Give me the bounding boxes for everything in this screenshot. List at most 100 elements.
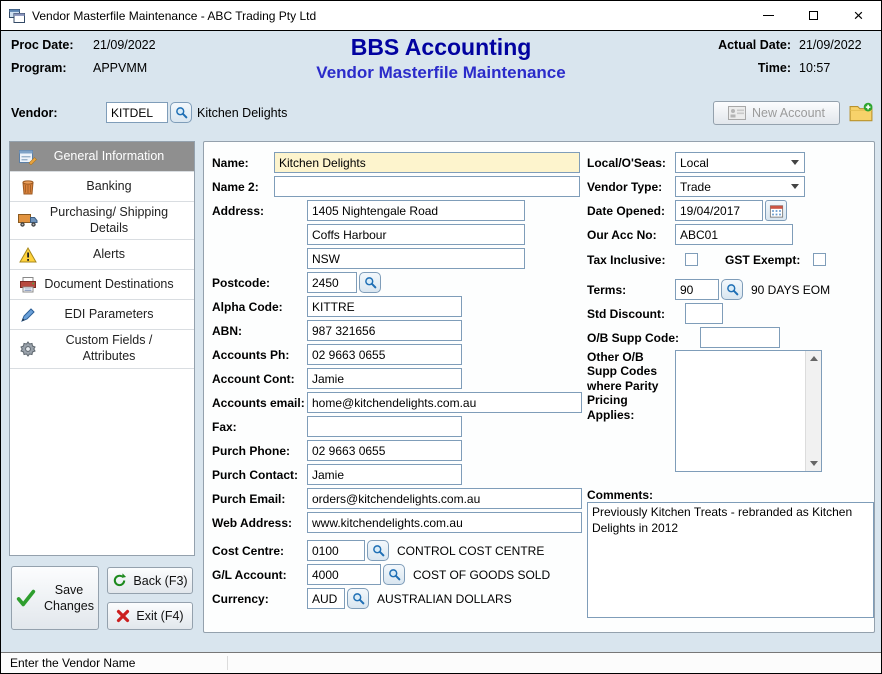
- accounts-ph-input[interactable]: [307, 344, 462, 365]
- delivery-truck-icon: [16, 213, 40, 228]
- vendor-type-select[interactable]: Trade: [675, 176, 805, 197]
- web-address-label: Web Address:: [212, 516, 307, 530]
- gst-exempt-label: GST Exempt:: [725, 253, 813, 267]
- name-label: Name:: [212, 156, 274, 170]
- green-circular-arrow-icon: [112, 573, 127, 588]
- sidebar-item-document-destinations[interactable]: Document Destinations: [10, 270, 194, 300]
- status-divider: [227, 656, 228, 670]
- comments-label: Comments:: [587, 488, 653, 502]
- name2-input[interactable]: [274, 176, 580, 197]
- titlebar: Vendor Masterfile Maintenance - ABC Trad…: [1, 1, 881, 31]
- other-ob-supp-codes-content[interactable]: [676, 351, 805, 471]
- add-vendor-folder-button[interactable]: [846, 99, 876, 125]
- terms-search-button[interactable]: [721, 279, 743, 300]
- sidebar-item-label: Custom Fields / Attributes: [40, 333, 188, 364]
- address-label: Address:: [212, 204, 307, 218]
- abn-input[interactable]: [307, 320, 462, 341]
- cost-centre-input[interactable]: [307, 540, 365, 561]
- fax-input[interactable]: [307, 416, 462, 437]
- scroll-up-button[interactable]: [806, 351, 821, 366]
- alpha-code-row: Alpha Code:: [212, 296, 462, 317]
- close-icon: ×: [854, 7, 864, 24]
- sidebar-item-edi-parameters[interactable]: EDI Parameters: [10, 300, 194, 330]
- our-acc-no-input[interactable]: [675, 224, 793, 245]
- maximize-button[interactable]: [791, 1, 836, 30]
- sidebar-item-custom-fields[interactable]: Custom Fields / Attributes: [10, 330, 194, 368]
- gst-exempt-checkbox[interactable]: [813, 253, 826, 266]
- name-input[interactable]: [274, 152, 580, 173]
- folder-plus-icon: [849, 102, 873, 122]
- minimize-button[interactable]: [746, 1, 791, 30]
- main-panel: Name: Name 2: Address: Postcode: Alpha C…: [203, 141, 875, 633]
- gl-account-input[interactable]: [307, 564, 381, 585]
- purch-contact-row: Purch Contact:: [212, 464, 462, 485]
- date-picker-button[interactable]: [765, 200, 787, 221]
- new-account-button[interactable]: New Account: [713, 101, 840, 125]
- local-oseas-select[interactable]: Local: [675, 152, 805, 173]
- terms-input[interactable]: [675, 279, 719, 300]
- account-cont-label: Account Cont:: [212, 372, 307, 386]
- date-opened-input[interactable]: [675, 200, 763, 221]
- gl-account-search-button[interactable]: [383, 564, 405, 585]
- sidebar-item-general-information[interactable]: General Information: [10, 142, 194, 172]
- scroll-down-button[interactable]: [806, 456, 821, 471]
- close-button[interactable]: ×: [836, 1, 881, 30]
- postcode-input[interactable]: [307, 272, 357, 293]
- vendor-code-field: [106, 102, 192, 123]
- vendor-search-button[interactable]: [170, 102, 192, 123]
- other-ob-supp-codes-box[interactable]: [675, 350, 822, 472]
- name2-label: Name 2:: [212, 180, 274, 194]
- comments-input[interactable]: Previously Kitchen Treats - rebranded as…: [587, 502, 874, 618]
- terms-description: 90 DAYS EOM: [751, 283, 830, 297]
- postcode-label: Postcode:: [212, 276, 307, 290]
- sidebar-item-purchasing-shipping[interactable]: Purchasing/ Shipping Details: [10, 202, 194, 240]
- save-changes-button[interactable]: Save Changes: [11, 566, 99, 630]
- abn-label: ABN:: [212, 324, 307, 338]
- currency-search-button[interactable]: [347, 588, 369, 609]
- postcode-row: Postcode:: [212, 272, 381, 293]
- account-cont-input[interactable]: [307, 368, 462, 389]
- sidebar-item-banking[interactable]: Banking: [10, 172, 194, 202]
- tax-inclusive-checkbox[interactable]: [685, 253, 698, 266]
- vendor-type-value: Trade: [680, 180, 711, 194]
- alpha-code-input[interactable]: [307, 296, 462, 317]
- magnifier-icon: [372, 544, 385, 557]
- window-title: Vendor Masterfile Maintenance - ABC Trad…: [32, 9, 746, 23]
- status-text: Enter the Vendor Name: [10, 656, 135, 670]
- accounts-ph-label: Accounts Ph:: [212, 348, 307, 362]
- maximize-icon: [809, 11, 818, 20]
- back-button[interactable]: Back (F3): [107, 567, 193, 594]
- scrollbar-track[interactable]: [806, 366, 821, 456]
- calendar-icon: [769, 204, 784, 218]
- accounts-email-input[interactable]: [307, 392, 582, 413]
- vendor-code-input[interactable]: [106, 102, 168, 123]
- ob-supp-code-input[interactable]: [700, 327, 780, 348]
- purch-phone-input[interactable]: [307, 440, 462, 461]
- app-window: Vendor Masterfile Maintenance - ABC Trad…: [0, 0, 882, 674]
- address-line2-input[interactable]: [307, 224, 525, 245]
- name-row: Name:: [212, 152, 580, 173]
- scrollbar[interactable]: [805, 351, 821, 471]
- sidebar-item-alerts[interactable]: Alerts: [10, 240, 194, 270]
- web-address-row: Web Address:: [212, 512, 582, 533]
- std-discount-row: Std Discount:: [587, 303, 723, 324]
- red-cross-icon: [116, 609, 130, 623]
- pen-icon: [16, 307, 40, 323]
- magnifier-icon: [352, 592, 365, 605]
- purch-contact-input[interactable]: [307, 464, 462, 485]
- currency-input[interactable]: [307, 588, 345, 609]
- web-address-input[interactable]: [307, 512, 582, 533]
- exit-button[interactable]: Exit (F4): [107, 602, 193, 630]
- name2-row: Name 2:: [212, 176, 580, 197]
- form-edit-icon: [16, 149, 40, 165]
- cost-centre-search-button[interactable]: [367, 540, 389, 561]
- address-line1-input[interactable]: [307, 200, 525, 221]
- currency-label: Currency:: [212, 592, 307, 606]
- postcode-search-button[interactable]: [359, 272, 381, 293]
- purch-email-input[interactable]: [307, 488, 582, 509]
- chevron-down-icon: [791, 184, 799, 193]
- std-discount-input[interactable]: [685, 303, 723, 324]
- terms-row: Terms: 90 DAYS EOM: [587, 279, 830, 300]
- date-opened-row: Date Opened:: [587, 200, 787, 221]
- address-line3-input[interactable]: [307, 248, 525, 269]
